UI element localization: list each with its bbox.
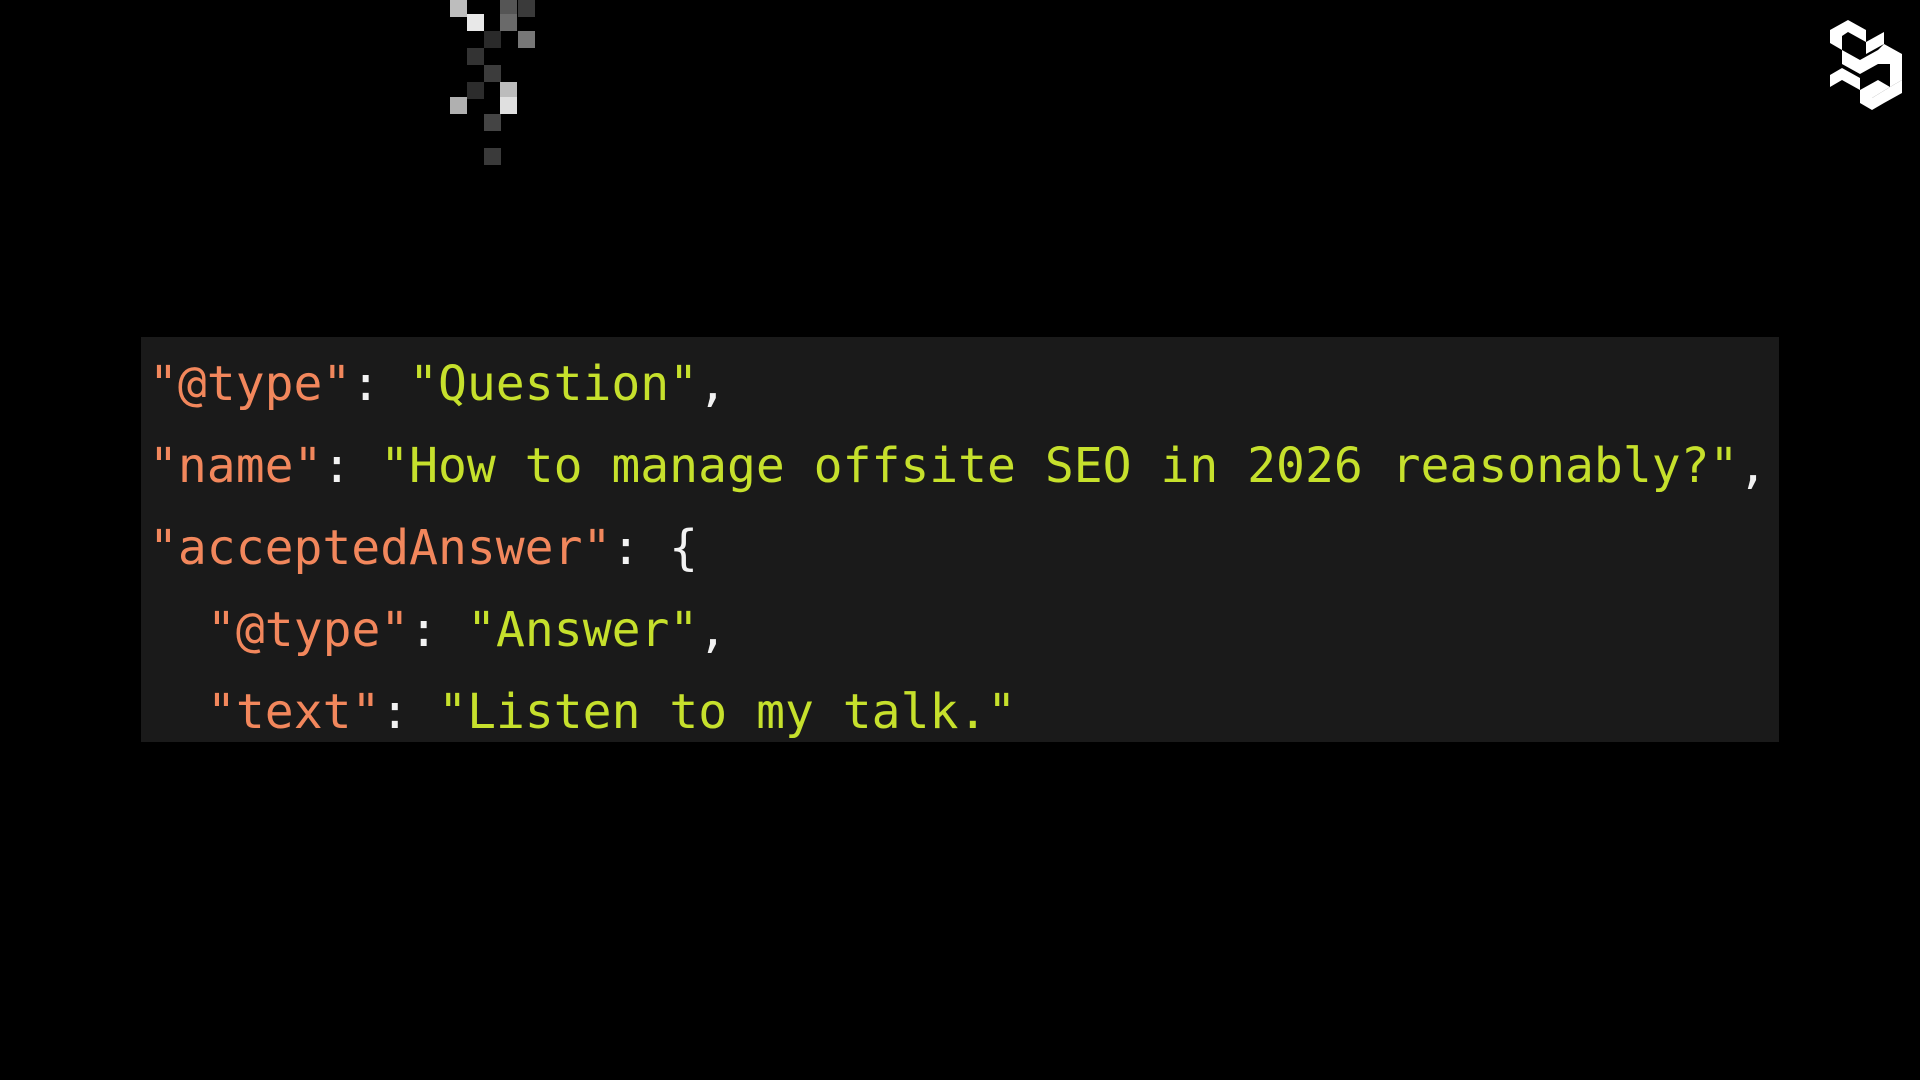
code-panel: "@type": "Question", "name": "How to man… xyxy=(141,337,1779,742)
json-key: "acceptedAnswer" xyxy=(149,520,612,576)
code-line: "name": "How to manage offsite SEO in 20… xyxy=(149,435,1779,517)
json-comma: , xyxy=(1738,438,1768,494)
pixel xyxy=(484,148,501,165)
json-value: "Question" xyxy=(409,356,699,412)
pixel xyxy=(518,31,535,48)
pixel-decoration xyxy=(440,0,540,170)
pixel xyxy=(500,97,517,114)
pixel xyxy=(450,97,467,114)
pixel xyxy=(484,31,501,48)
json-separator: : xyxy=(409,602,468,658)
json-separator: : xyxy=(351,356,410,412)
json-value: "How to manage offsite SEO in 2026 reaso… xyxy=(380,438,1739,494)
json-key: "@type" xyxy=(149,356,352,412)
pixel xyxy=(467,48,484,65)
pixel xyxy=(484,65,501,82)
json-separator: : xyxy=(380,684,439,740)
code-line: "acceptedAnswer": { xyxy=(149,517,1779,599)
json-key: "name" xyxy=(149,438,323,494)
code-line: "@type": "Question", xyxy=(149,353,1779,435)
json-comma: , xyxy=(698,602,728,658)
pixel xyxy=(484,114,501,131)
json-key: "@type" xyxy=(207,602,410,658)
pixel xyxy=(518,0,535,17)
pixel xyxy=(467,14,484,31)
json-separator: : { xyxy=(611,520,699,576)
json-value: "Listen to my talk." xyxy=(438,684,1017,740)
brand-logo-icon xyxy=(1830,20,1902,110)
code-line: "@type": "Answer", xyxy=(207,599,1779,681)
code-line: "text": "Listen to my talk." xyxy=(207,681,1779,763)
pixel xyxy=(450,0,467,17)
json-comma: , xyxy=(698,356,727,412)
json-value: "Answer" xyxy=(467,602,699,658)
json-key: "text" xyxy=(207,684,381,740)
pixel xyxy=(500,14,517,31)
pixel xyxy=(467,82,484,99)
json-separator: : xyxy=(322,438,381,494)
